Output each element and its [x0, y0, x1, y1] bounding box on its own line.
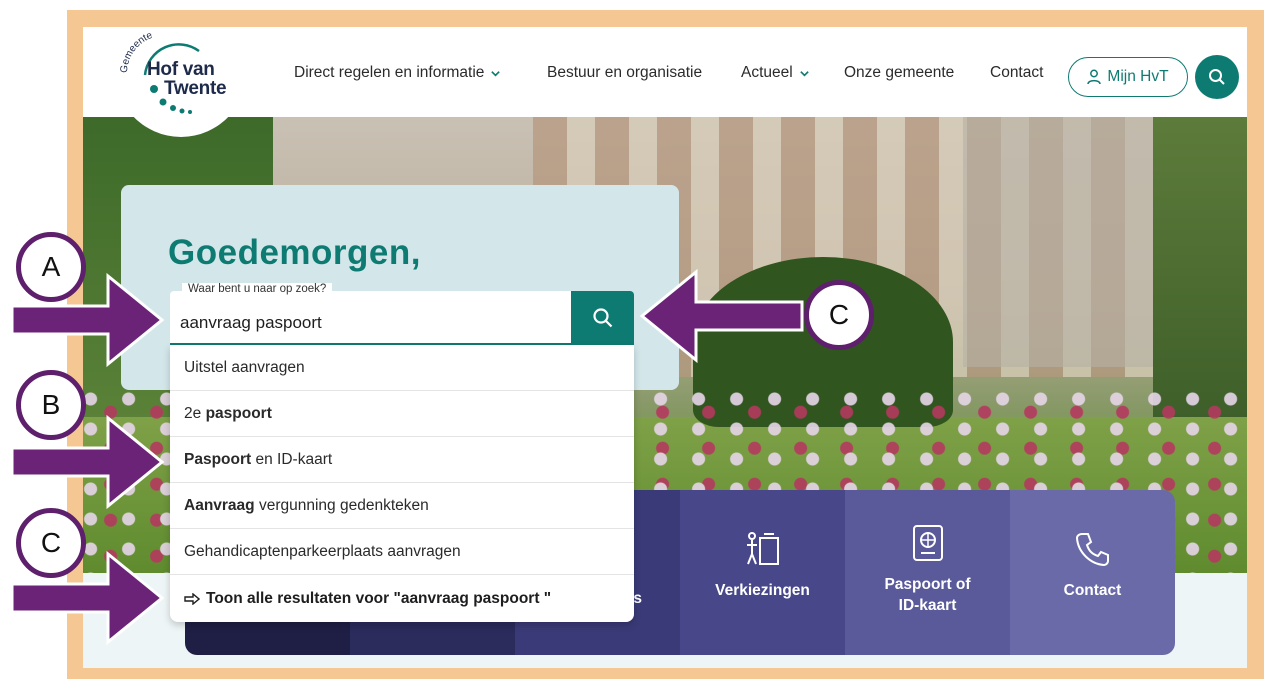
greeting-heading: Goedemorgen, — [168, 233, 421, 272]
nav-item-bestuur[interactable]: Bestuur en organisatie — [547, 64, 702, 82]
nav-item-label: Bestuur en organisatie — [547, 64, 703, 81]
quick-link-verkiezingen[interactable]: Verkiezingen — [680, 490, 845, 655]
suggestion-text: 2e paspoort — [184, 404, 272, 422]
nav-item-label: Onze gemeente — [844, 64, 955, 81]
suggestion-item[interactable]: Gehandicaptenparkeerplaats aanvragen — [170, 529, 634, 575]
quick-link-label: Paspoort of ID-kaart — [884, 576, 971, 614]
quick-link-contact[interactable]: Contact — [1010, 490, 1175, 655]
nav-item-label: Actueel — [741, 64, 793, 81]
search-suggestions: Uitstel aanvragen 2e paspoort Paspoort e… — [170, 345, 634, 622]
suggestion-text: Gehandicaptenparkeerplaats aanvragen — [184, 542, 461, 560]
site-logo[interactable]: Gemeente Hof van Twente — [119, 31, 249, 117]
search-input-value: aanvraag paspoort — [180, 313, 322, 332]
search-submit-button[interactable] — [571, 291, 634, 345]
search-input[interactable]: Waar bent u naar op zoek? aanvraag paspo… — [170, 283, 571, 345]
passport-icon — [912, 525, 943, 561]
annotation-label-a: A — [16, 232, 86, 302]
suggestion-text: Paspoort en ID-kaart — [184, 450, 333, 468]
annotation-label-c-bottom: C — [16, 508, 86, 578]
search-icon — [1209, 69, 1225, 85]
suggestion-item[interactable]: Uitstel aanvragen — [170, 345, 634, 391]
phone-icon — [1075, 533, 1109, 567]
suggestion-item[interactable]: 2e paspoort — [170, 391, 634, 437]
nav-item-label: Direct regelen en informatie — [294, 64, 485, 81]
search-bar: Waar bent u naar op zoek? aanvraag paspo… — [170, 283, 634, 345]
quick-link-label: Contact — [1063, 582, 1122, 599]
mijn-hvt-button[interactable]: Mijn HvT — [1068, 57, 1188, 97]
logo-line2: Twente — [164, 78, 227, 99]
quick-link-label: s — [633, 590, 642, 607]
nav-item-actueel[interactable]: Actueel — [741, 64, 810, 82]
annotation-label-b: B — [16, 370, 86, 440]
chevron-down-icon — [491, 70, 501, 77]
nav-item-label: Contact — [990, 64, 1044, 81]
header-search-button[interactable] — [1195, 55, 1239, 99]
show-all-results-link[interactable]: Toon alle resultaten voor "aanvraag pasp… — [170, 575, 634, 622]
show-all-results-label: Toon alle resultaten voor "aanvraag pasp… — [206, 589, 552, 607]
mijn-hvt-label: Mijn HvT — [1107, 68, 1169, 85]
search-icon — [592, 308, 612, 328]
annotation-arrow-c-top — [639, 268, 804, 364]
site-header: Direct regelen en informatie Bestuur en … — [83, 27, 1247, 117]
quick-link-paspoort[interactable]: Paspoort of ID-kaart — [845, 490, 1010, 655]
nav-item-contact[interactable]: Contact — [990, 64, 1043, 82]
voting-booth-icon — [746, 532, 779, 565]
user-icon — [1087, 69, 1102, 85]
arrow-right-icon — [184, 592, 200, 605]
suggestion-text: Uitstel aanvragen — [184, 358, 305, 376]
suggestion-item[interactable]: Paspoort en ID-kaart — [170, 437, 634, 483]
quick-link-label: Verkiezingen — [715, 582, 810, 599]
annotation-label-c-top: C — [804, 280, 874, 350]
suggestion-item[interactable]: Aanvraag vergunning gedenkteken — [170, 483, 634, 529]
nav-item-onze-gemeente[interactable]: Onze gemeente — [844, 64, 954, 82]
suggestion-text: Aanvraag vergunning gedenkteken — [184, 496, 429, 514]
hero-castle-wing — [963, 117, 1163, 367]
nav-item-direct-regelen[interactable]: Direct regelen en informatie — [294, 64, 501, 82]
search-input-label: Waar bent u naar op zoek? — [182, 283, 333, 295]
chevron-down-icon — [799, 70, 809, 77]
